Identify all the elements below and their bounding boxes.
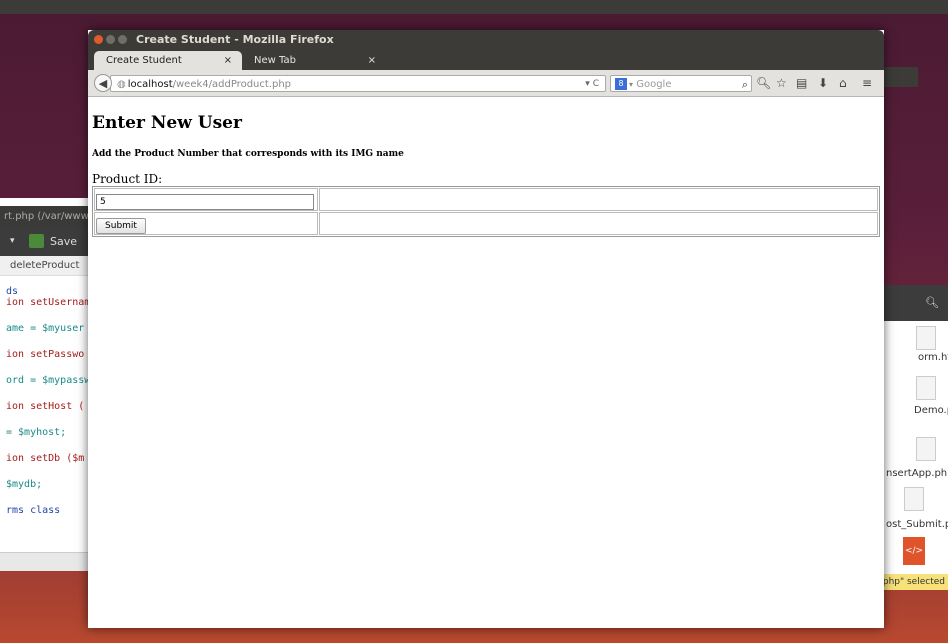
dropdown-icon[interactable]: ▾ (585, 79, 590, 89)
table-row: Submit (94, 212, 878, 235)
background-window-titlebar (880, 67, 918, 87)
code-line: rms class (6, 505, 61, 516)
close-icon[interactable]: × (368, 51, 376, 70)
maximize-window-button[interactable] (118, 35, 127, 44)
product-id-label: Product ID: (92, 172, 163, 186)
search-engine-icon[interactable]: 8 (615, 78, 627, 90)
close-icon[interactable]: × (224, 51, 232, 70)
tab-strip: Create Student × New Tab × + (88, 50, 884, 88)
code-area: ds ion setUsernam ame = $myuser ion setP… (6, 286, 90, 516)
instruction-text: Add the Product Number that corresponds … (92, 149, 404, 159)
code-file-icon[interactable]: </> (903, 537, 925, 565)
search-icon[interactable]: 🔍︎ (925, 296, 939, 309)
submit-button[interactable]: Submit (96, 218, 146, 234)
file-label[interactable]: orm.ht (918, 352, 948, 363)
url-bar[interactable]: ◍ localhost/week4/addProduct.php ▾ C (110, 75, 606, 92)
file-icon[interactable] (904, 487, 924, 511)
selection-tooltip: .php" selected (880, 574, 948, 590)
code-line: ame = $myuser (6, 323, 85, 334)
editor-statusbar (0, 552, 95, 571)
navigation-toolbar: ◍ localhost/week4/addProduct.php ▾ C ◀ 8 ▾… (88, 70, 884, 97)
editor-file-tab[interactable]: deleteProduct (0, 256, 95, 276)
url-dropdown-reload[interactable]: ▾ C (585, 76, 599, 93)
editor-toolbar: ▾ Save (0, 228, 95, 256)
star-icon[interactable]: ☆ (776, 76, 787, 90)
window-titlebar: Create Student - Mozilla Firefox (88, 30, 884, 50)
bookmarks-list-icon[interactable]: ▤ (796, 76, 807, 90)
code-line: ion setUsernam (6, 297, 91, 308)
desktop-top-panel (0, 0, 948, 14)
save-icon[interactable] (29, 234, 44, 248)
file-icon[interactable] (916, 376, 936, 400)
save-button[interactable]: Save (50, 235, 77, 248)
search-bar[interactable]: 8 ▾ Google ⌕ (610, 75, 752, 92)
firefox-window: Create Student - Mozilla Firefox Create … (88, 30, 884, 628)
code-line: ion setHost ( (6, 401, 85, 412)
file-label[interactable]: Demo.p (914, 405, 948, 416)
back-arrow-icon[interactable]: ◀ (94, 74, 112, 92)
page-heading: Enter New User (92, 113, 242, 133)
table-cell (319, 188, 878, 211)
table-cell (94, 188, 318, 211)
file-label[interactable]: ost_Submit.ph (886, 519, 948, 530)
file-icon[interactable] (916, 437, 936, 461)
tab-label: New Tab (254, 55, 296, 66)
close-window-button[interactable] (94, 35, 103, 44)
menu-icon[interactable]: ≡ (862, 76, 872, 90)
code-line: ion setPasswo (6, 349, 85, 360)
chevron-down-icon[interactable]: ▾ (10, 236, 15, 246)
code-line: ion setDb ($m (6, 453, 85, 464)
table-row (94, 188, 878, 211)
window-title: Create Student - Mozilla Firefox (136, 33, 334, 46)
url-host: localhost (127, 79, 173, 90)
reload-icon[interactable]: C (593, 79, 599, 89)
tab-new-tab[interactable]: New Tab × (242, 51, 386, 70)
dropdown-icon[interactable]: ▾ (629, 80, 633, 89)
file-label[interactable]: nsertApp.php (886, 468, 948, 479)
product-id-input[interactable] (96, 194, 314, 210)
search-go-icon[interactable]: 🔍︎ (756, 76, 771, 90)
page-content: Enter New User Add the Product Number th… (88, 97, 884, 628)
search-icon[interactable]: ⌕ (742, 76, 748, 93)
editor-title: rt.php (/var/www (0, 206, 95, 228)
home-icon[interactable]: ⌂ (839, 76, 847, 90)
tab-label: Create Student (106, 55, 182, 66)
code-line: ord = $mypassw (6, 375, 91, 386)
product-form-table: Submit (92, 186, 880, 237)
code-line: ds (6, 286, 19, 297)
code-line: = $myhost; (6, 427, 67, 438)
file-icon[interactable] (916, 326, 936, 350)
tab-create-student[interactable]: Create Student × (94, 51, 242, 70)
search-placeholder: Google (636, 79, 672, 90)
table-cell: Submit (94, 212, 318, 235)
code-line: $mydb; (6, 479, 43, 490)
globe-icon: ◍ (117, 79, 126, 90)
download-icon[interactable]: ⬇ (818, 76, 828, 90)
minimize-window-button[interactable] (106, 35, 115, 44)
table-cell (319, 212, 878, 235)
url-path: /week4/addProduct.php (172, 79, 292, 90)
